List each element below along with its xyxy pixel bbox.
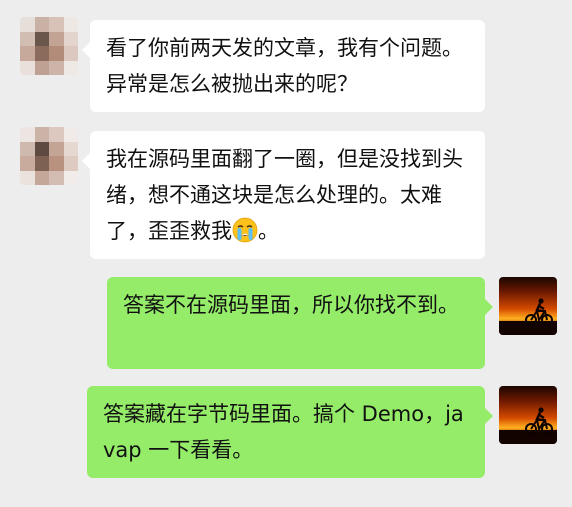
message-bubble[interactable]: 答案藏在字节码里面。搞个 Demo，javap 一下看看。 <box>87 386 493 478</box>
message-bubble[interactable]: 看了你前两天发的文章，我有个问题。异常是怎么被抛出来的呢？ <box>82 20 485 112</box>
message-bubble[interactable]: 答案不在源码里面，所以你找不到。 <box>107 277 493 369</box>
bubble-tail <box>82 153 90 169</box>
my-avatar[interactable] <box>499 277 557 335</box>
message-text: 我在源码里面翻了一圈，但是没找到头绪，想不通这块是怎么处理的。太难了，歪歪救我 <box>106 147 463 243</box>
message-text: 看了你前两天发的文章，我有个问题。异常是怎么被抛出来的呢？ <box>106 36 463 96</box>
contact-avatar[interactable] <box>20 127 78 185</box>
my-avatar[interactable] <box>499 386 557 444</box>
crying-face-emoji <box>232 217 258 243</box>
cyclist-silhouette-icon <box>525 298 553 326</box>
bubble-tail <box>485 299 493 315</box>
avatar-sunset-cyclist-image <box>499 277 557 335</box>
cyclist-silhouette-icon <box>525 407 553 435</box>
bubble-tail <box>485 408 493 424</box>
avatar-sunset-cyclist-image <box>499 386 557 444</box>
message-text-suffix: 。 <box>258 219 279 243</box>
avatar-pixelated-image <box>20 127 78 185</box>
message-text: 答案不在源码里面，所以你找不到。 <box>123 293 459 317</box>
bubble-tail <box>82 42 90 58</box>
contact-avatar[interactable] <box>20 17 78 75</box>
message-text: 答案藏在字节码里面。搞个 Demo，javap 一下看看。 <box>103 402 464 462</box>
message-bubble[interactable]: 我在源码里面翻了一圈，但是没找到头绪，想不通这块是怎么处理的。太难了，歪歪救我 … <box>82 131 485 259</box>
avatar-pixelated-image <box>20 17 78 75</box>
